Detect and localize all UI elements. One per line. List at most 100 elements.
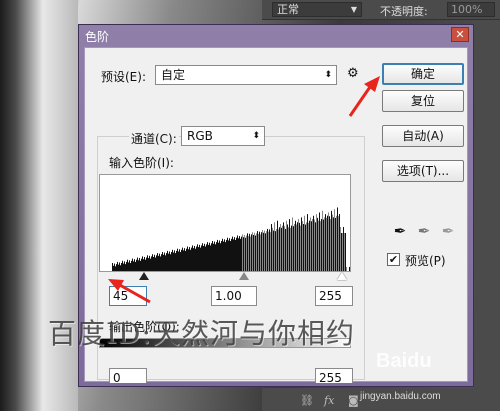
histogram-bar (277, 220, 278, 271)
input-gamma-field[interactable]: 1.00 (211, 286, 257, 306)
histogram-bar (189, 247, 190, 271)
histogram-bar (335, 217, 336, 271)
histogram-bar (202, 243, 203, 271)
histogram-bar (283, 222, 284, 271)
histogram-bar (275, 231, 276, 271)
white-eyedropper-icon[interactable]: ✒ (440, 221, 456, 241)
histogram-bar (229, 238, 230, 271)
histogram-bar (122, 260, 123, 271)
histogram-bar (153, 256, 154, 271)
histogram-bar (178, 251, 179, 271)
histogram-bar (249, 233, 250, 271)
histogram-bar (116, 264, 117, 271)
opacity-input[interactable]: 100% (447, 2, 495, 17)
histogram-bar (186, 248, 187, 271)
gear-icon[interactable]: ⚙ (347, 66, 359, 81)
histogram-bar (212, 241, 213, 271)
preview-checkbox[interactable]: ✔ (387, 253, 400, 266)
histogram-bar (208, 244, 209, 271)
white-point-slider-handle[interactable] (337, 272, 347, 280)
histogram-bar (215, 244, 216, 271)
histogram-bar (323, 219, 324, 271)
output-white-field[interactable]: 255 (315, 368, 353, 385)
histogram-bar (225, 242, 226, 271)
histogram-bar (140, 260, 141, 271)
histogram-bar (221, 241, 222, 271)
histogram-bar (147, 255, 148, 271)
histogram-bar (259, 231, 260, 271)
mask-icon[interactable]: ◙ (348, 394, 359, 407)
channel-select[interactable]: RGB ⬍ (181, 126, 265, 146)
input-slider[interactable] (99, 272, 351, 282)
histogram-bar (325, 214, 326, 271)
histogram-bar (191, 247, 192, 271)
histogram-bar (293, 226, 294, 271)
close-button[interactable]: ✕ (451, 27, 469, 42)
gray-eyedropper-icon[interactable]: ✒ (416, 221, 432, 241)
histogram-bar (253, 234, 254, 271)
histogram-bar (245, 237, 246, 271)
histogram-bar (322, 210, 323, 271)
black-eyedropper-icon[interactable]: ✒ (392, 221, 408, 241)
link-icon[interactable]: ⛓ (300, 394, 314, 407)
histogram-bar (115, 266, 116, 271)
input-white-field[interactable]: 255 (315, 286, 353, 306)
output-black-field[interactable]: 0 (109, 368, 147, 385)
histogram-bar (345, 233, 346, 271)
up-down-arrows-icon: ⬍ (324, 70, 332, 80)
ok-button[interactable]: 确定 (382, 63, 464, 85)
gamma-slider-handle[interactable] (239, 272, 249, 280)
histogram-bar (136, 259, 137, 271)
fx-icon[interactable]: fx (324, 394, 334, 407)
histogram-bar (232, 236, 233, 271)
histogram-bar (341, 233, 342, 271)
histogram-bar (274, 222, 275, 271)
histogram-bar (183, 250, 184, 271)
auto-button[interactable]: 自动(A) (382, 125, 464, 147)
histogram-bar (287, 224, 288, 271)
histogram-bar (280, 224, 281, 271)
options-button[interactable]: 选项(T)... (382, 160, 464, 182)
histogram-bar (263, 232, 264, 271)
histogram-bar (133, 261, 134, 271)
histogram-bar (196, 246, 197, 271)
histogram-bar (124, 261, 125, 271)
histogram-bar (228, 240, 229, 271)
histogram-bar (188, 249, 189, 271)
watermark-url: jingyan.baidu.com (360, 391, 441, 402)
histogram-bar (326, 217, 327, 271)
histogram-bar (123, 263, 124, 271)
histogram-bar (203, 245, 204, 271)
histogram-bar (152, 254, 153, 271)
preset-select[interactable]: 自定 ⬍ (155, 65, 337, 85)
black-point-slider-handle[interactable] (139, 272, 149, 280)
histogram-bar (301, 217, 302, 271)
histogram-bar (162, 252, 163, 271)
channel-label: 通道(C): (129, 130, 179, 147)
histogram-bar (198, 247, 199, 271)
histogram-bar (270, 232, 271, 271)
histogram-bar (331, 210, 332, 271)
histogram-bar (265, 233, 266, 271)
histogram-bar (154, 254, 155, 271)
histogram-bar (117, 261, 118, 271)
histogram-bar (197, 244, 198, 271)
histogram-bar (172, 249, 173, 271)
histogram-bar (340, 227, 341, 271)
histogram-bar (168, 253, 169, 271)
histogram-bar (177, 248, 178, 271)
input-black-field[interactable]: 45 (109, 286, 147, 306)
layers-panel-header: 正常 ▼ 不透明度: 100% (262, 0, 500, 20)
histogram-bar (132, 258, 133, 271)
histogram-bar (332, 214, 333, 271)
blend-mode-select[interactable]: 正常 ▼ (272, 2, 362, 17)
reset-button[interactable]: 复位 (382, 90, 464, 112)
histogram-bar (250, 236, 251, 271)
histogram-bar (170, 254, 171, 271)
histogram-bar (292, 217, 293, 271)
histogram-bar (242, 234, 243, 271)
histogram-bar (159, 253, 160, 271)
histogram-bar (165, 255, 166, 271)
histogram-bar (119, 262, 120, 271)
histogram-bar (251, 234, 252, 271)
